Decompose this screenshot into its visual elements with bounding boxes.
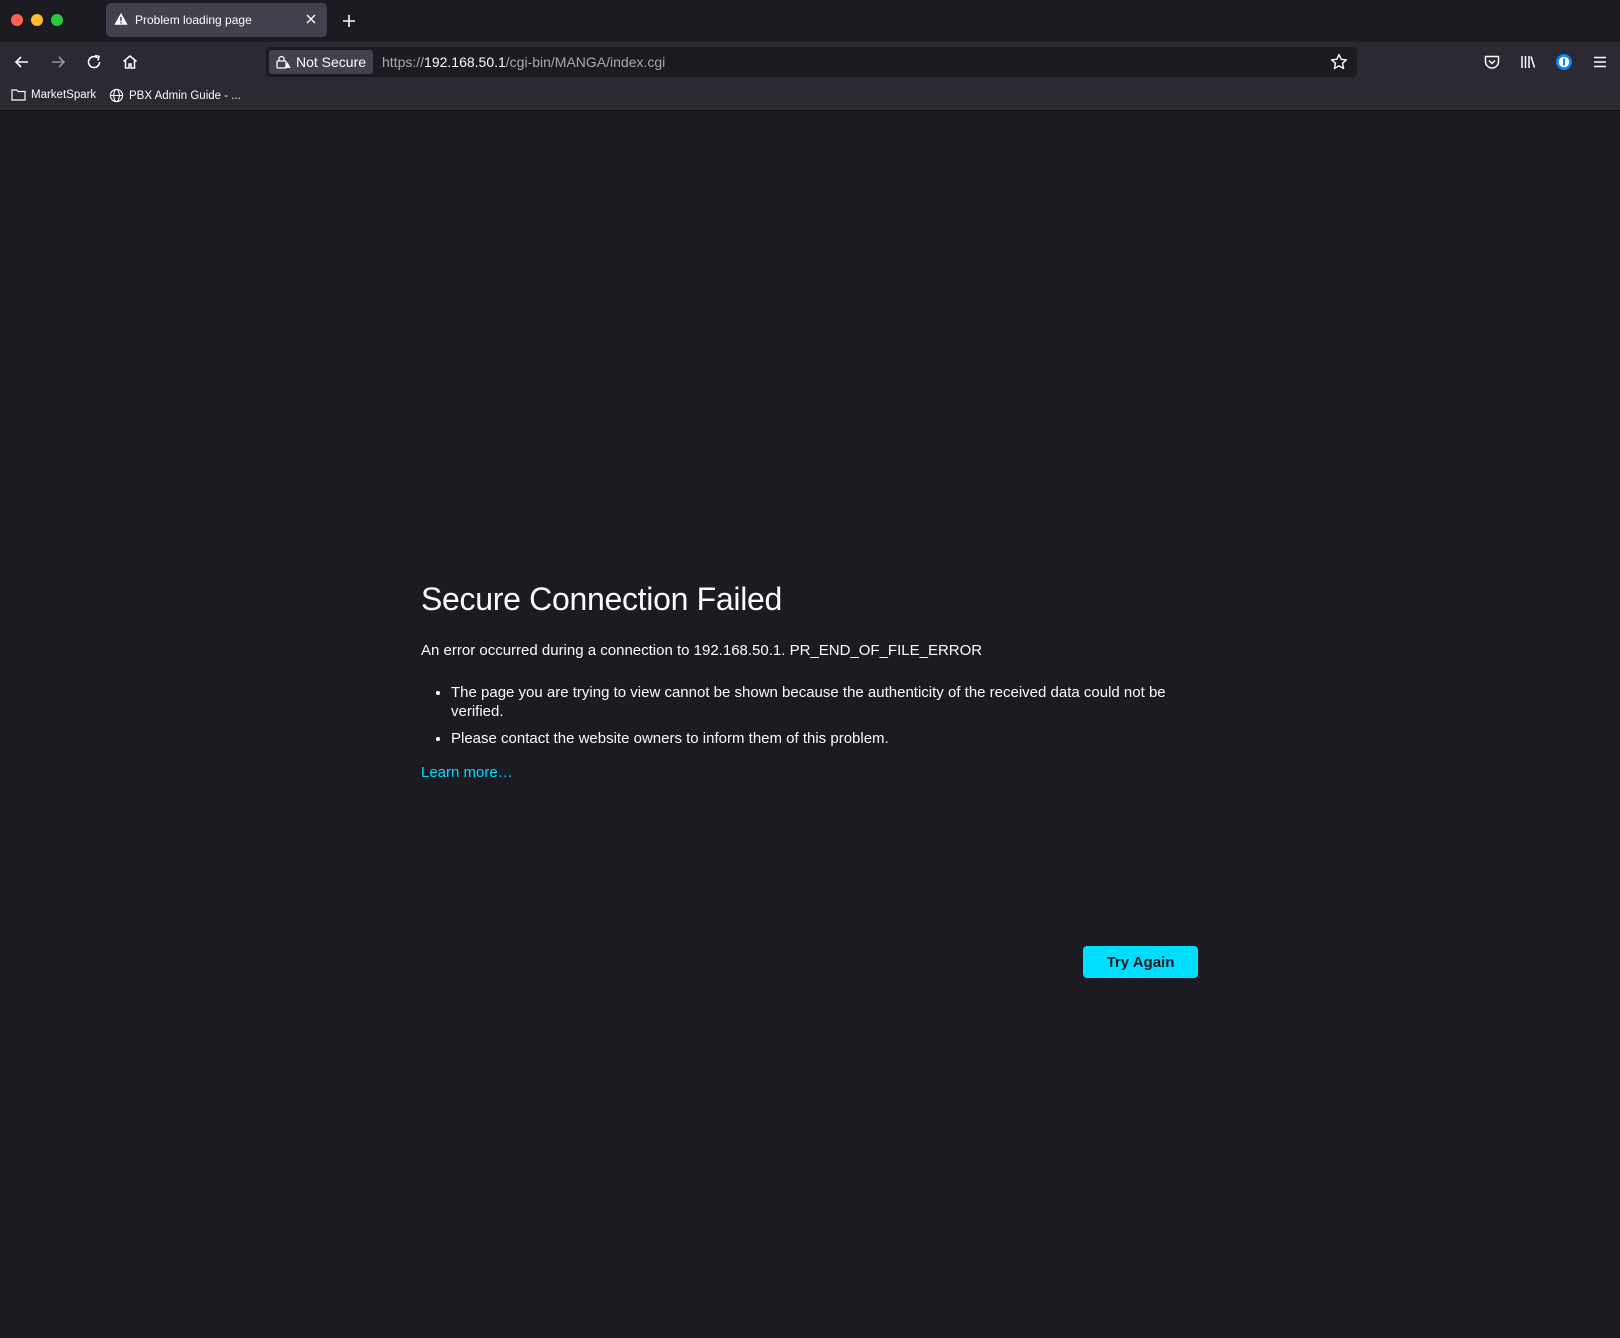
learn-more-link[interactable]: Learn more… bbox=[421, 764, 513, 781]
password-manager-icon[interactable] bbox=[1554, 52, 1574, 72]
try-again-button[interactable]: Try Again bbox=[1083, 946, 1198, 978]
bookmark-label: PBX Admin Guide - ... bbox=[129, 89, 241, 102]
zoom-window-button[interactable] bbox=[51, 14, 63, 26]
error-message: An error occurred during a connection to… bbox=[421, 642, 983, 659]
navigation-toolbar: Not Secure https://192.168.50.1/cgi-bin/… bbox=[0, 42, 1620, 82]
tab-problem-loading[interactable]: Problem loading page bbox=[106, 3, 327, 37]
warning-icon bbox=[114, 12, 128, 25]
url-host: 192.168.50.1 bbox=[424, 54, 506, 70]
url-path: /cgi-bin/MANGA/index.cgi bbox=[505, 54, 666, 70]
page-content: Secure Connection Failed An error occurr… bbox=[0, 111, 1620, 1338]
bookmark-marketspark[interactable]: MarketSpark bbox=[11, 88, 96, 101]
url-bar[interactable]: Not Secure https://192.168.50.1/cgi-bin/… bbox=[266, 47, 1357, 77]
error-title: Secure Connection Failed bbox=[421, 581, 783, 617]
menu-icon[interactable] bbox=[1590, 52, 1610, 72]
bookmark-pbx-admin-guide[interactable]: PBX Admin Guide - ... bbox=[109, 88, 241, 103]
back-icon[interactable] bbox=[12, 52, 32, 72]
tab-title: Problem loading page bbox=[135, 13, 252, 27]
error-bullet: The page you are trying to view cannot b… bbox=[451, 683, 1199, 721]
bookmarks-toolbar: MarketSpark PBX Admin Guide - ... bbox=[0, 82, 1620, 111]
new-tab-icon[interactable] bbox=[340, 12, 358, 30]
url-scheme: https:// bbox=[382, 54, 425, 70]
url-text[interactable]: https://192.168.50.1/cgi-bin/MANGA/index… bbox=[382, 54, 665, 70]
error-bullets: The page you are trying to view cannot b… bbox=[421, 683, 1199, 748]
bookmark-star-icon[interactable] bbox=[1329, 52, 1349, 72]
not-secure-indicator[interactable]: Not Secure bbox=[269, 50, 373, 74]
reload-icon[interactable] bbox=[84, 52, 104, 72]
security-label: Not Secure bbox=[296, 54, 367, 70]
forward-icon[interactable] bbox=[48, 52, 68, 72]
library-icon[interactable] bbox=[1518, 52, 1538, 72]
minimize-window-button[interactable] bbox=[31, 14, 43, 26]
close-window-button[interactable] bbox=[11, 14, 23, 26]
lock-warning-icon bbox=[276, 55, 291, 69]
pocket-icon[interactable] bbox=[1482, 52, 1502, 72]
bookmark-label: MarketSpark bbox=[31, 88, 97, 101]
folder-icon bbox=[11, 89, 26, 101]
error-bullet: Please contact the website owners to inf… bbox=[451, 729, 1199, 748]
tab-strip: Problem loading page bbox=[0, 0, 1620, 42]
globe-icon bbox=[109, 88, 124, 103]
close-tab-icon[interactable] bbox=[303, 11, 319, 27]
error-container: Secure Connection Failed An error occurr… bbox=[421, 581, 1199, 978]
home-icon[interactable] bbox=[120, 52, 140, 72]
